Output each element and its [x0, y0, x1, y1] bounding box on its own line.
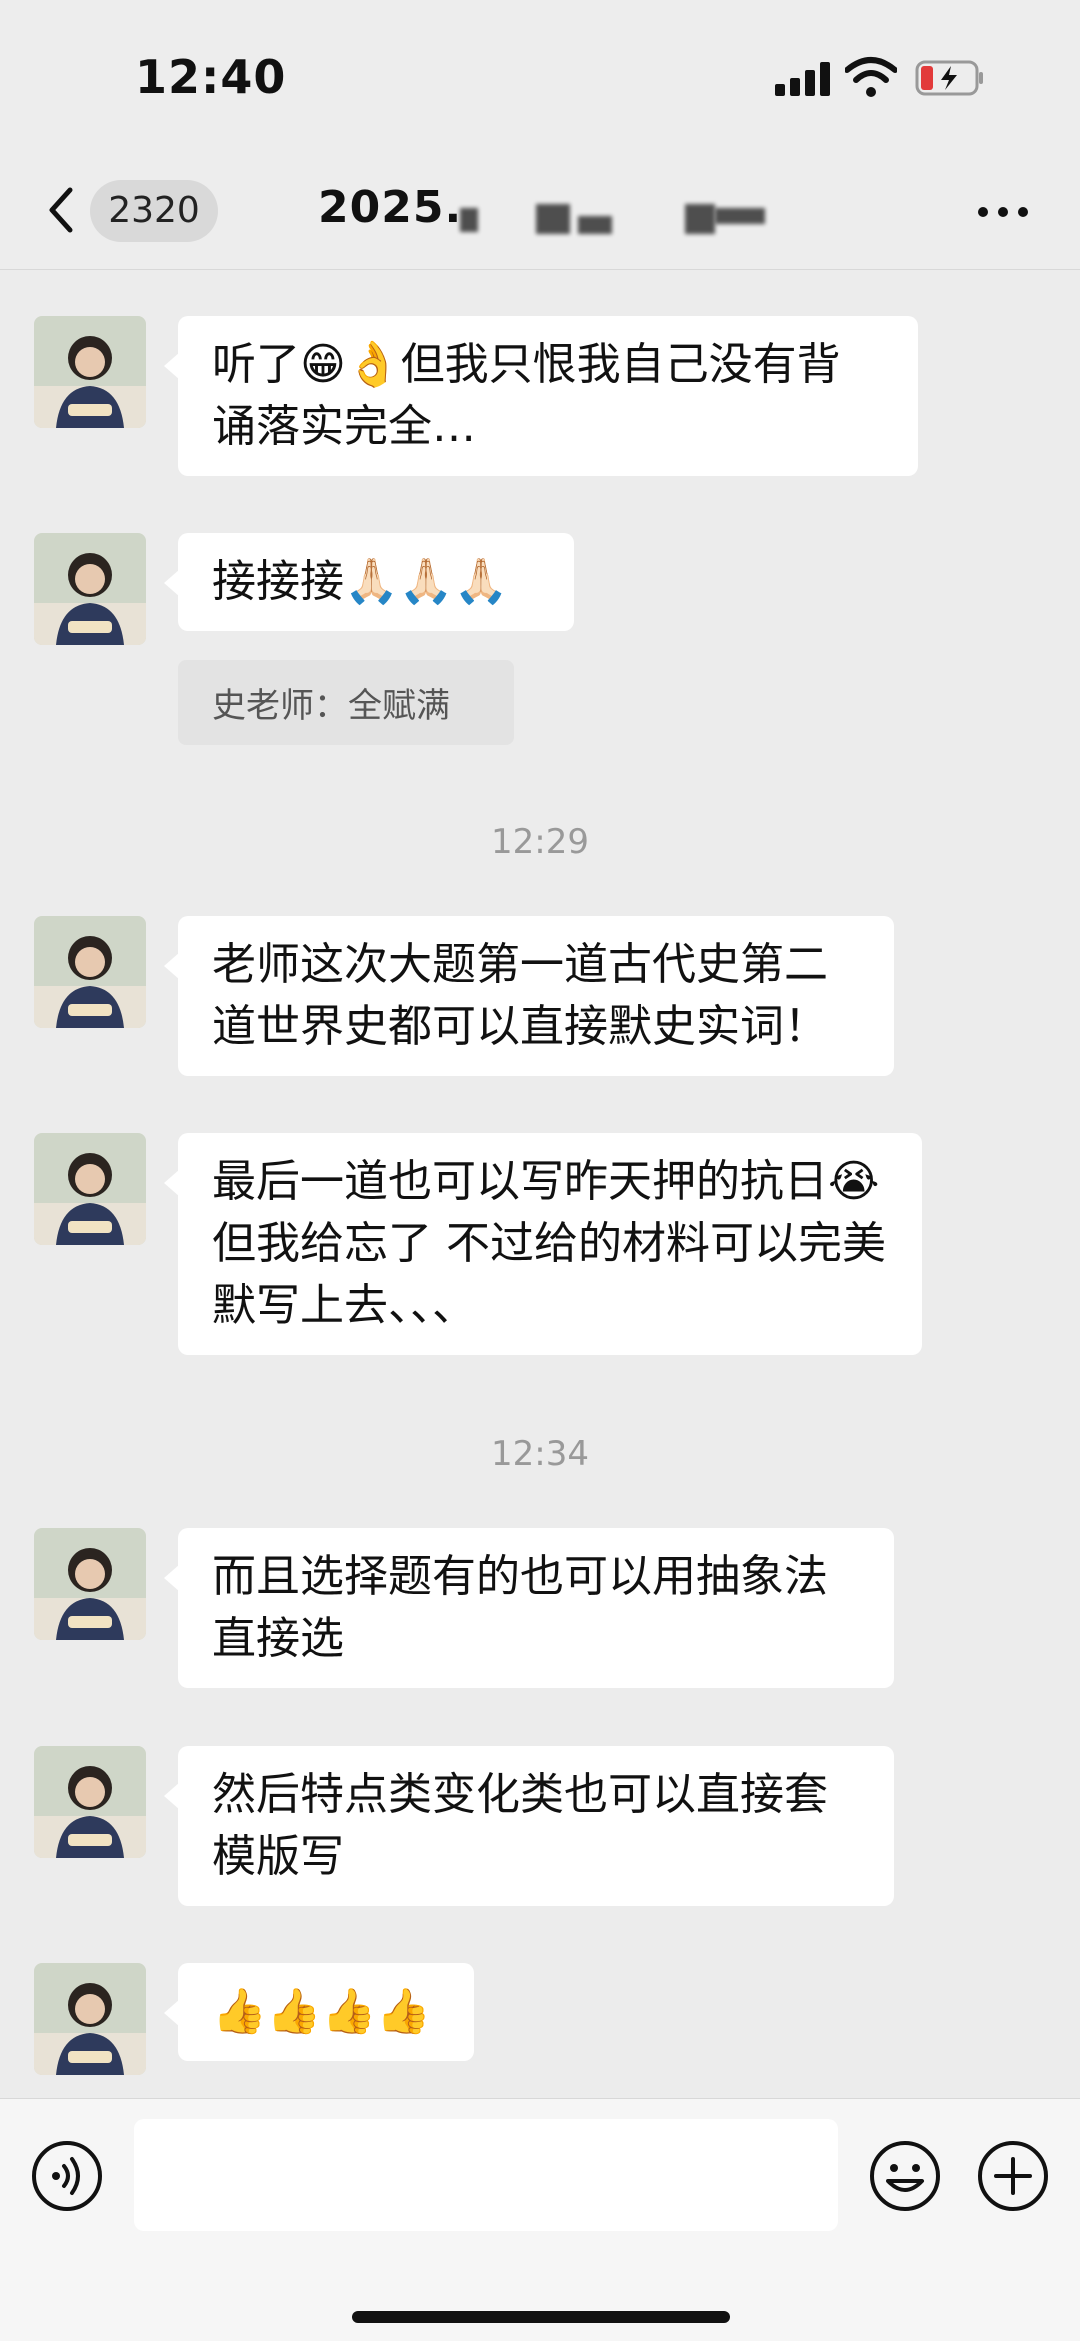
avatar[interactable]	[34, 916, 146, 1028]
avatar[interactable]	[34, 533, 146, 645]
status-bar: 12:40	[0, 0, 1080, 160]
message-bubble[interactable]: 老师这次大题第一道古代史第二道世界史都可以直接默史实词！	[164, 916, 894, 1076]
avatar[interactable]	[34, 1133, 146, 1245]
voice-icon[interactable]	[30, 2139, 104, 2213]
message-bubble[interactable]: 听了😁👌但我只恨我自己没有背诵落实完全…	[164, 316, 918, 476]
message-bubble[interactable]: 而且选择题有的也可以用抽象法直接选	[164, 1528, 894, 1688]
wifi-icon	[845, 57, 897, 97]
avatar[interactable]	[34, 1963, 146, 2075]
unread-count-badge[interactable]: 2320	[90, 180, 218, 242]
chat-header: 2320 2025.	[0, 160, 1080, 270]
more-dots-icon[interactable]	[975, 202, 1031, 222]
cellular-signal-icon	[775, 62, 831, 96]
message-bubble[interactable]: 然后特点类变化类也可以直接套模版写	[164, 1746, 894, 1906]
avatar[interactable]	[34, 316, 146, 428]
chevron-left-icon[interactable]	[40, 180, 80, 240]
battery-charging-icon	[915, 60, 983, 96]
plus-icon[interactable]	[976, 2139, 1050, 2213]
status-time: 12:40	[135, 50, 287, 104]
message-bubble[interactable]: 最后一道也可以写昨天押的抗日😭但我给忘了 不过给的材料可以完美默写上去、、、	[164, 1133, 922, 1355]
avatar[interactable]	[34, 1746, 146, 1858]
message-bubble[interactable]: 接接接🙏🏻🙏🏻🙏🏻	[164, 533, 574, 631]
redacted-title-blur	[430, 200, 790, 240]
chat-timestamp: 12:29	[491, 822, 589, 862]
input-bar	[0, 2098, 1080, 2341]
message-bubble[interactable]: 👍👍👍👍	[164, 1963, 474, 2061]
quoted-reply[interactable]: 史老师：全赋满	[178, 660, 514, 745]
chat-timestamp: 12:34	[491, 1434, 589, 1474]
message-input[interactable]	[134, 2119, 838, 2231]
emoji-icon[interactable]	[868, 2139, 942, 2213]
avatar[interactable]	[34, 1528, 146, 1640]
home-indicator	[352, 2311, 730, 2323]
